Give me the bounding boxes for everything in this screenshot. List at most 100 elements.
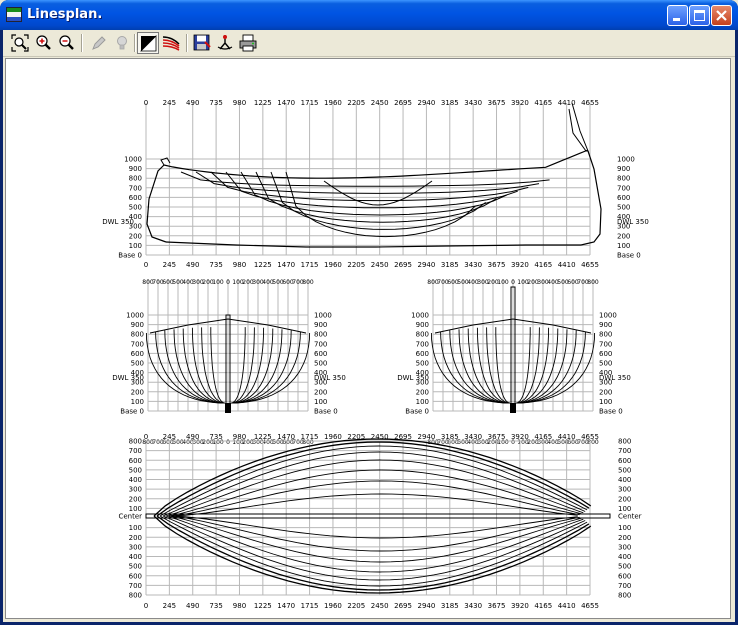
bodyplan-fore-height-left: 200 <box>131 388 144 396</box>
profile-station-label-bottom: 2450 <box>371 261 389 269</box>
profile-station-label-top: 0 <box>144 99 148 107</box>
bodyplan-fore-height-right: 100 <box>314 398 327 406</box>
profile-keel-line <box>165 241 581 248</box>
bodyplan-fore-height-left: 500 <box>131 360 144 368</box>
plan-station-label-bottom: 1470 <box>277 602 295 610</box>
plan-station-label-top: 4410 <box>558 433 576 441</box>
bodyplan-aft-base-left: Base 0 <box>405 408 429 416</box>
plan-station-label-top: 1225 <box>254 433 272 441</box>
bodyplan-aft-height-left: 1000 <box>411 312 429 320</box>
profile-station-label-bottom: 3920 <box>511 261 529 269</box>
profile-station-label-top: 3430 <box>464 99 482 107</box>
bodyplan-fore-tick-top: 100 <box>212 279 224 286</box>
plan-breadth-label-lower-right: 700 <box>618 582 631 590</box>
profile-station-label-top: 1470 <box>277 99 295 107</box>
lightbulb-icon <box>117 36 127 50</box>
plan-breadth-label-lower-left: 500 <box>129 563 142 571</box>
bodyplan-fore-height-right: 200 <box>314 388 327 396</box>
plan-station-label-bottom: 2450 <box>371 602 389 610</box>
profile-height-label-left: 100 <box>129 242 142 250</box>
plan-breadth-label-lower-right: 200 <box>618 534 631 542</box>
save-button[interactable] <box>191 32 213 54</box>
colors-button[interactable] <box>160 32 182 54</box>
plan-breadth-label-upper-right: 500 <box>618 466 631 474</box>
print-button[interactable] <box>237 32 259 54</box>
bodyplan-aft-height-left: 200 <box>416 388 429 396</box>
profile-station-label-bottom: 3675 <box>488 261 506 269</box>
bodyplan-fore-height-right: 500 <box>314 360 327 368</box>
toolbar <box>3 30 735 57</box>
close-button[interactable] <box>711 5 732 26</box>
profile-station-label-bottom: 4165 <box>534 261 552 269</box>
plan-station-label-bottom: 4655 <box>581 602 599 610</box>
plan-station-label-top: 1470 <box>277 433 295 441</box>
app-window: Linesplan. 0 0 245 245 490 490 735 735 9… <box>0 0 738 625</box>
plan-station-label-bottom: 0 <box>144 602 148 610</box>
profile-height-label-left: 1000 <box>124 156 142 164</box>
zoom-extents-button[interactable] <box>9 32 31 54</box>
plan-station-label-bottom: 3430 <box>464 602 482 610</box>
plan-station-label-top: 490 <box>186 433 199 441</box>
bodyplan-aft-height-right: 1000 <box>599 312 617 320</box>
profile-station-label-top: 4655 <box>581 99 599 107</box>
bodyplan-aft-base-right: Base 0 <box>599 408 623 416</box>
plan-breadth-label-upper-right: 400 <box>618 476 631 484</box>
bodyplan-aft-height-left: 900 <box>416 321 429 329</box>
linesplan-canvas[interactable]: 0 0 245 245 490 490 735 735 980 980 1225 1225 1470 14… <box>5 58 731 619</box>
bodyplan-fore-height-right: 800 <box>314 331 327 339</box>
plan-station-label-bottom: 4165 <box>534 602 552 610</box>
bodyplan-fore-height-left: 700 <box>131 340 144 348</box>
plan-station-label-top: 3675 <box>488 433 506 441</box>
minimize-button[interactable] <box>667 5 688 26</box>
toolbar-separator <box>134 34 136 52</box>
plan-breadth-label-lower-right: 300 <box>618 543 631 551</box>
bodyplan-aft-tick-top: 0 <box>511 279 515 286</box>
zoom-out-button[interactable] <box>55 32 77 54</box>
plan-breadth-label-upper-left: 500 <box>129 466 142 474</box>
plan-breadth-label-lower-right: 100 <box>618 524 631 532</box>
plan-centerline-bar <box>145 513 611 519</box>
bodyplan-fore-tick-top: 800 <box>302 279 314 286</box>
title-bar[interactable]: Linesplan. <box>0 0 738 30</box>
profile-height-label-right: 100 <box>617 242 630 250</box>
bodyplan-aft-height-left: 600 <box>416 350 429 358</box>
profile-height-label-right: 900 <box>617 165 630 173</box>
bodyplan-fore-height-left: 100 <box>131 398 144 406</box>
plan-station-label-bottom: 3185 <box>441 602 459 610</box>
plan-station-label-top: 245 <box>163 433 176 441</box>
plan-breadth-label-upper-left: 800 <box>129 438 142 446</box>
bodyplan-aft-height-right: 700 <box>599 340 612 348</box>
plan-breadth-label-lower-left: 200 <box>129 534 142 542</box>
profile-dwl-label-left: DWL 350 <box>102 218 134 226</box>
bodyplan-fore-height-right: 700 <box>314 340 327 348</box>
plan-station-label-bottom: 3675 <box>488 602 506 610</box>
properties-button[interactable] <box>214 32 236 54</box>
bodyplan-fore-base-left: Base 0 <box>120 408 144 416</box>
pen-button[interactable] <box>88 32 110 54</box>
bodyplan-fore-dwl-left: DWL 350 <box>112 374 144 382</box>
bodyplan-fore-height-right: 900 <box>314 321 327 329</box>
plan-station-label-top: 980 <box>233 433 246 441</box>
zoom-in-button[interactable] <box>32 32 54 54</box>
close-icon <box>716 10 727 21</box>
bodyplan-fore-dwl-right: DWL 350 <box>314 374 346 382</box>
profile-station-label-top: 3185 <box>441 99 459 107</box>
profile-station-label-top: 2450 <box>371 99 389 107</box>
maximize-button[interactable] <box>689 5 710 26</box>
profile-station-label-top: 735 <box>209 99 222 107</box>
plan-station-label-top: 3920 <box>511 433 529 441</box>
plan-waterline-upper <box>162 451 586 517</box>
profile-station-label-bottom: 1225 <box>254 261 272 269</box>
profile-station-label-bottom: 1715 <box>301 261 319 269</box>
zoom-in-icon <box>36 35 51 50</box>
bodyplan-aft-tick-top: 800 <box>587 279 599 286</box>
plan-station-label-bottom: 4410 <box>558 602 576 610</box>
bodyplan-fore-base-right: Base 0 <box>314 408 338 416</box>
app-icon <box>6 7 22 22</box>
black-white-button[interactable] <box>137 32 159 54</box>
maximize-icon <box>694 10 705 21</box>
bodyplan-fore-keel-block <box>225 403 231 413</box>
light-button[interactable] <box>111 32 133 54</box>
plan-station-label-top: 2450 <box>371 433 389 441</box>
black-white-icon <box>140 35 157 52</box>
